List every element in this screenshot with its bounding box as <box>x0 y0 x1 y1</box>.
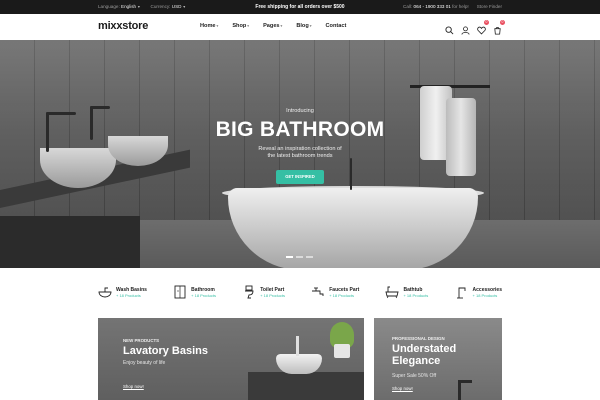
user-icon[interactable] <box>461 22 470 35</box>
top-bar: Language: English▼ Currency: USD▼ Free s… <box>0 0 600 14</box>
main-nav: Home ▾ Shop ▾ Pages ▾ Blog ▾ Contact <box>200 23 346 29</box>
banner-subtitle: Enjoy beauty of life <box>123 360 166 366</box>
banner-title-line2: Elegance <box>392 355 441 367</box>
category-toilet-part[interactable]: Toilet Part + 18 Products <box>242 283 285 301</box>
vanity-cabinet <box>0 216 140 268</box>
banner-faucet <box>296 336 299 356</box>
category-strip: Wash Basins + 18 Products Bathroom + 18 Pr… <box>98 283 502 301</box>
get-inspired-button[interactable]: GET INSPIRED <box>276 170 324 184</box>
category-name: Toilet Part <box>260 286 285 293</box>
tub-faucet <box>350 158 352 190</box>
header-actions: 0 0 <box>445 20 505 35</box>
nav-item-contact[interactable]: Contact <box>326 23 347 29</box>
category-name: Accessories <box>472 286 502 293</box>
nav-item-label: Blog <box>296 23 309 29</box>
banner-title-line1: Understated <box>392 343 457 355</box>
cart-button[interactable]: 0 <box>493 20 505 35</box>
shop-now-link[interactable]: Shop now! <box>392 386 413 391</box>
slider-dots <box>286 256 313 258</box>
banner-pot <box>334 344 350 358</box>
cart-count-badge: 0 <box>500 20 505 25</box>
banner-faucet <box>458 380 461 400</box>
wishlist-count-badge: 0 <box>484 20 489 25</box>
promo-banner-elegance[interactable]: PROFESSIONAL DESIGN Understated Elegance… <box>374 318 502 400</box>
category-count: + 18 Products <box>472 292 498 298</box>
category-count: + 18 Products <box>116 292 141 298</box>
banner-title: Lavatory Basins <box>123 345 208 357</box>
category-name: Bathroom <box>191 286 215 293</box>
nav-item-pages[interactable]: Pages ▾ <box>263 23 282 29</box>
nav-item-label: Contact <box>325 23 347 29</box>
category-count: + 18 Products <box>191 292 216 298</box>
nav-item-label: Shop <box>232 23 247 29</box>
banner-faucet <box>458 380 472 383</box>
chevron-down-icon: ▾ <box>309 24 312 28</box>
nav-item-label: Pages <box>263 23 280 29</box>
promo-text: Free shipping for all orders over $500 <box>255 4 345 10</box>
phone-help: Call: 064 - 1900 333 01 for help! <box>403 4 469 9</box>
slider-dot[interactable] <box>306 256 313 258</box>
bathtub <box>228 188 478 268</box>
category-wash-basins[interactable]: Wash Basins + 18 Products <box>98 283 147 301</box>
hero-intro: Introducing <box>286 108 314 114</box>
banner-subtitle: Super Sale 50% Off <box>392 373 437 379</box>
hero-subtitle-line1: Reveal an inspiration collection of <box>258 146 342 152</box>
main-header: mixxstore Home ▾ Shop ▾ Pages ▾ Blog ▾ Conta… <box>0 14 600 40</box>
call-label: Call: <box>403 4 413 9</box>
toilet-icon <box>245 285 254 299</box>
chevron-down-icon: ▾ <box>280 24 283 28</box>
banner-shelf <box>248 372 364 400</box>
category-count: + 18 Products <box>329 292 355 298</box>
category-count: + 18 Products <box>260 292 285 298</box>
store-finder-link[interactable]: Store Finder <box>477 4 502 9</box>
hero-subtitle-line2: the latest bathroom trends <box>267 153 333 159</box>
shower-icon <box>174 285 186 299</box>
wishlist-button[interactable]: 0 <box>477 20 489 35</box>
nav-item-home[interactable]: Home ▾ <box>200 23 218 29</box>
basin-icon <box>98 287 112 298</box>
category-bathtub[interactable]: Bathtub + 18 Products <box>385 283 428 301</box>
chevron-down-icon: ▾ <box>247 24 250 28</box>
nav-item-label: Home <box>200 23 216 29</box>
category-faucets-part[interactable]: Faucets Part + 18 Products <box>311 283 359 301</box>
category-accessories[interactable]: Accessories + 18 Products <box>455 283 502 301</box>
banner-eyebrow: NEW PRODUCTS <box>123 338 160 343</box>
bathtub-icon <box>385 286 400 299</box>
heart-icon <box>477 26 486 35</box>
category-count: + 18 Products <box>403 292 429 298</box>
shop-now-link[interactable]: Shop now! <box>123 384 144 389</box>
tap-icon <box>456 287 465 299</box>
chevron-down-icon: ▾ <box>216 24 219 28</box>
slider-dot[interactable] <box>296 256 303 258</box>
hero-title: BIG BATHROOM <box>215 118 385 141</box>
search-icon[interactable] <box>445 22 454 35</box>
category-bathroom[interactable]: Bathroom + 18 Products <box>173 283 216 301</box>
help-suffix: for help! <box>452 4 469 9</box>
slider-dot[interactable] <box>286 256 293 258</box>
category-name: Faucets Part <box>329 286 360 293</box>
nav-item-blog[interactable]: Blog ▾ <box>296 23 311 29</box>
logo[interactable]: mixxstore <box>98 20 148 32</box>
category-name: Wash Basins <box>116 286 147 293</box>
phone-number[interactable]: 064 - 1900 333 01 <box>414 4 451 9</box>
hero-slider: Introducing BIG BATHROOM Reveal an inspi… <box>0 40 600 268</box>
banner-eyebrow: PROFESSIONAL DESIGN <box>392 336 445 341</box>
cart-icon <box>494 26 501 35</box>
nav-item-shop[interactable]: Shop ▾ <box>232 23 249 29</box>
faucet-icon <box>312 287 324 296</box>
banner-basin <box>276 354 322 374</box>
promo-banner-lavatory[interactable]: NEW PRODUCTS Lavatory Basins Enjoy beaut… <box>98 318 364 400</box>
